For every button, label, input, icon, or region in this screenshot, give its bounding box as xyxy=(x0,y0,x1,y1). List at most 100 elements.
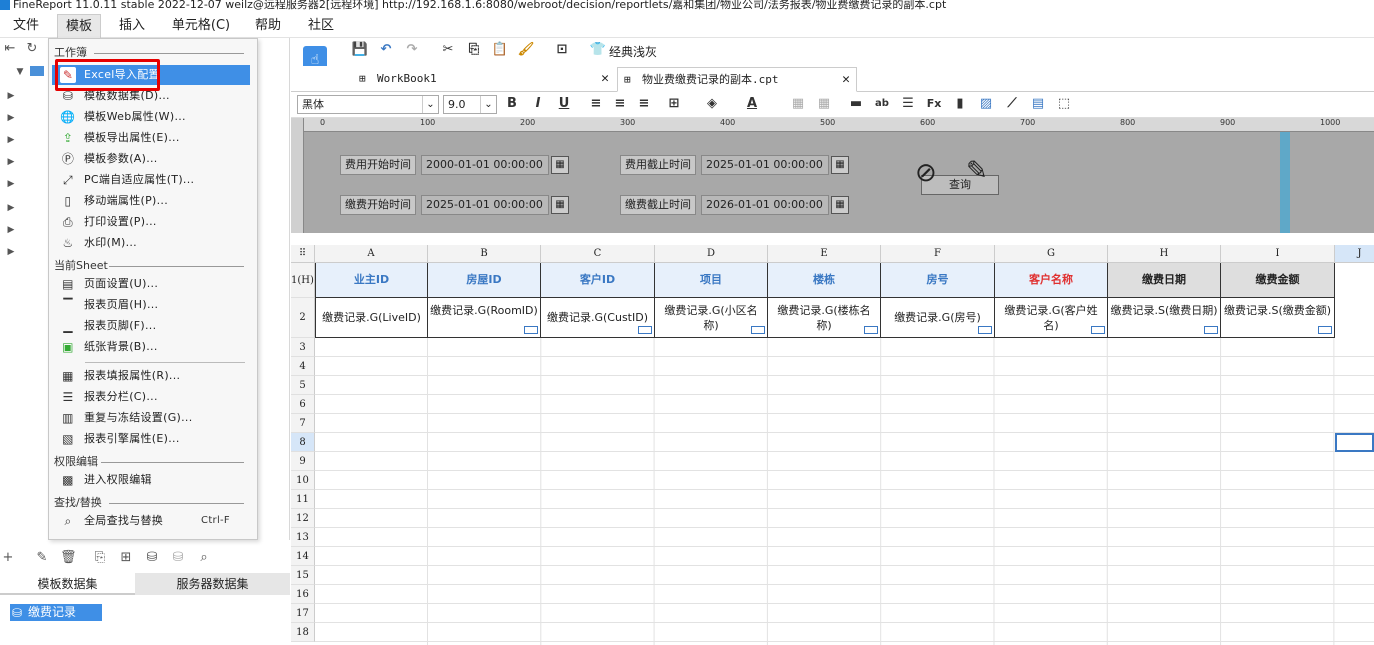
italic-icon[interactable]: I xyxy=(529,95,547,113)
paper-background-item[interactable]: ▣ 纸张背景(B)... xyxy=(52,337,250,357)
param-icon[interactable]: ⊞ xyxy=(118,550,134,566)
chart-icon[interactable]: ▮ xyxy=(951,95,969,113)
slash-icon[interactable]: ⟋ xyxy=(1003,95,1021,113)
add-dataset-icon[interactable]: + xyxy=(0,550,16,566)
frame-icon[interactable]: ⬚ xyxy=(1055,95,1073,113)
align-right-icon[interactable]: ≡ xyxy=(635,95,653,113)
col-header-e[interactable]: E xyxy=(768,245,881,263)
header-cell[interactable]: 缴费日期 xyxy=(1108,263,1221,298)
save-icon[interactable]: 💾 xyxy=(351,41,369,59)
preview-icon[interactable]: ⊡ xyxy=(553,41,571,59)
calendar-icon[interactable]: ▦ xyxy=(831,196,849,214)
close-icon[interactable]: ✕ xyxy=(842,68,850,92)
row-header[interactable]: 11 xyxy=(291,490,315,509)
print-settings-item[interactable]: ⎙ 打印设置(P)... xyxy=(52,212,250,232)
merge-icon[interactable]: ▦ xyxy=(789,95,807,113)
col-header-c[interactable]: C xyxy=(541,245,655,263)
font-family-select[interactable]: 黑体 ⌄ xyxy=(297,95,439,114)
rich-text-icon[interactable]: ☰ xyxy=(899,95,917,113)
col-header-f[interactable]: F xyxy=(881,245,995,263)
data-cell[interactable]: 缴费记录.S(缴费金额) xyxy=(1221,298,1335,338)
page-setup-item[interactable]: ▤ 页面设置(U)... xyxy=(52,274,250,294)
database-icon[interactable]: ⛁ xyxy=(144,550,160,566)
col-header-j[interactable]: J xyxy=(1335,245,1374,263)
calendar-icon[interactable]: ▦ xyxy=(551,196,569,214)
menu-community[interactable]: 社区 xyxy=(301,14,341,38)
insert-row-icon[interactable]: ▬ xyxy=(847,95,865,113)
image-icon[interactable]: ▨ xyxy=(977,95,995,113)
tree-expand-icon[interactable]: ▶ xyxy=(3,222,19,238)
header-cell[interactable]: 业主ID xyxy=(315,263,428,298)
data-cell[interactable]: 缴费记录.G(楼栋名称) xyxy=(768,298,881,338)
row-header[interactable]: 13 xyxy=(291,528,315,547)
param-input[interactable]: 2025-01-01 00:00:00 xyxy=(421,195,549,215)
param-input[interactable]: 2000-01-01 00:00:00 xyxy=(421,155,549,175)
row-header[interactable]: 10 xyxy=(291,471,315,490)
selected-cell[interactable] xyxy=(1335,433,1374,452)
tree-expand-icon[interactable]: ▶ xyxy=(3,244,19,260)
row-header[interactable]: 12 xyxy=(291,509,315,528)
tab-current-document[interactable]: ⊞ 物业费缴费记录的副本.cpt ✕ xyxy=(617,67,857,92)
data-cell[interactable]: 缴费记录.G(小区名称) xyxy=(655,298,768,338)
text-icon[interactable]: ab xyxy=(873,95,891,113)
report-engine-attr-item[interactable]: ▧ 报表引擎属性(E)... xyxy=(52,429,250,449)
database-icon[interactable]: ⛁ xyxy=(170,550,186,566)
align-left-icon[interactable]: ≡ xyxy=(587,95,605,113)
tab-template-dataset[interactable]: 模板数据集 xyxy=(0,573,135,595)
row-header[interactable]: 3 xyxy=(291,338,315,357)
data-cell[interactable]: 缴费记录.S(缴费日期) xyxy=(1108,298,1221,338)
header-cell[interactable]: 客户ID xyxy=(541,263,655,298)
theme-icon[interactable]: 👕 xyxy=(589,41,607,59)
menu-help[interactable]: 帮助 xyxy=(248,14,288,38)
param-input[interactable]: 2026-01-01 00:00:00 xyxy=(701,195,829,215)
repeat-freeze-item[interactable]: ▥ 重复与冻结设置(G)... xyxy=(52,408,250,428)
col-header-h[interactable]: H xyxy=(1108,245,1221,263)
font-size-select[interactable]: 9.0 ⌄ xyxy=(443,95,497,114)
copy-icon[interactable]: ⎘ xyxy=(465,41,483,59)
report-fill-attr-item[interactable]: ▦ 报表填报属性(R)... xyxy=(52,366,250,386)
close-icon[interactable]: ✕ xyxy=(601,67,609,91)
data-cell[interactable]: 缴费记录.G(CustID) xyxy=(541,298,655,338)
row-header[interactable]: 18 xyxy=(291,623,315,642)
calendar-icon[interactable]: ▦ xyxy=(831,156,849,174)
row-header[interactable]: 16 xyxy=(291,585,315,604)
tab-server-dataset[interactable]: 服务器数据集 xyxy=(135,573,290,595)
font-color-icon[interactable]: A xyxy=(743,95,761,113)
col-header-a[interactable]: A xyxy=(315,245,428,263)
header-cell[interactable]: 楼栋 xyxy=(768,263,881,298)
paste-icon[interactable]: 📋 xyxy=(491,41,509,59)
row-header[interactable]: 15 xyxy=(291,566,315,585)
header-cell[interactable]: 缴费金额 xyxy=(1221,263,1335,298)
row-header[interactable]: 14 xyxy=(291,547,315,566)
fill-color-icon[interactable]: ◈ xyxy=(703,95,721,113)
header-cell[interactable]: 房屋ID xyxy=(428,263,541,298)
col-header-g[interactable]: G xyxy=(995,245,1108,263)
format-painter-icon[interactable]: 🖌 xyxy=(517,41,535,59)
row-header-2[interactable]: 2 xyxy=(291,298,315,338)
header-cell[interactable]: 房号 xyxy=(881,263,995,298)
formula-icon[interactable]: Fx xyxy=(925,95,943,113)
tree-expand-icon[interactable]: ▶ xyxy=(3,110,19,126)
grid-corner[interactable]: ⠿ xyxy=(291,245,315,263)
underline-icon[interactable]: U xyxy=(555,95,573,113)
menu-cell[interactable]: 单元格(C) xyxy=(166,14,236,38)
calendar-icon[interactable]: ▦ xyxy=(551,156,569,174)
undo-icon[interactable]: ↶ xyxy=(377,41,395,59)
unmerge-icon[interactable]: ▦ xyxy=(815,95,833,113)
empty-cells-area[interactable] xyxy=(315,338,1374,645)
delete-icon[interactable]: 🗑 xyxy=(60,550,77,566)
row-header[interactable]: 17 xyxy=(291,604,315,623)
width-marker[interactable] xyxy=(1280,132,1290,233)
row-header-1[interactable]: 1(H) xyxy=(291,263,315,298)
row-header[interactable]: 9 xyxy=(291,452,315,471)
template-web-attr-item[interactable]: 🌐 模板Web属性(W)... xyxy=(52,107,250,127)
dataset-item[interactable]: ⛁ 缴费记录 xyxy=(10,604,102,621)
template-export-attr-item[interactable]: ⇪ 模板导出属性(E)... xyxy=(52,128,250,148)
tree-expand-icon[interactable]: ▶ xyxy=(3,88,19,104)
tree-expand-icon[interactable]: ▶ xyxy=(3,132,19,148)
report-header-item[interactable]: ▔ 报表页眉(H)... xyxy=(52,295,250,315)
tree-expand-icon[interactable]: ▶ xyxy=(3,200,19,216)
menu-insert[interactable]: 插入 xyxy=(111,14,153,38)
report-footer-item[interactable]: ▁ 报表页脚(F)... xyxy=(52,316,250,336)
tree-expand-icon[interactable]: ▶ xyxy=(3,154,19,170)
